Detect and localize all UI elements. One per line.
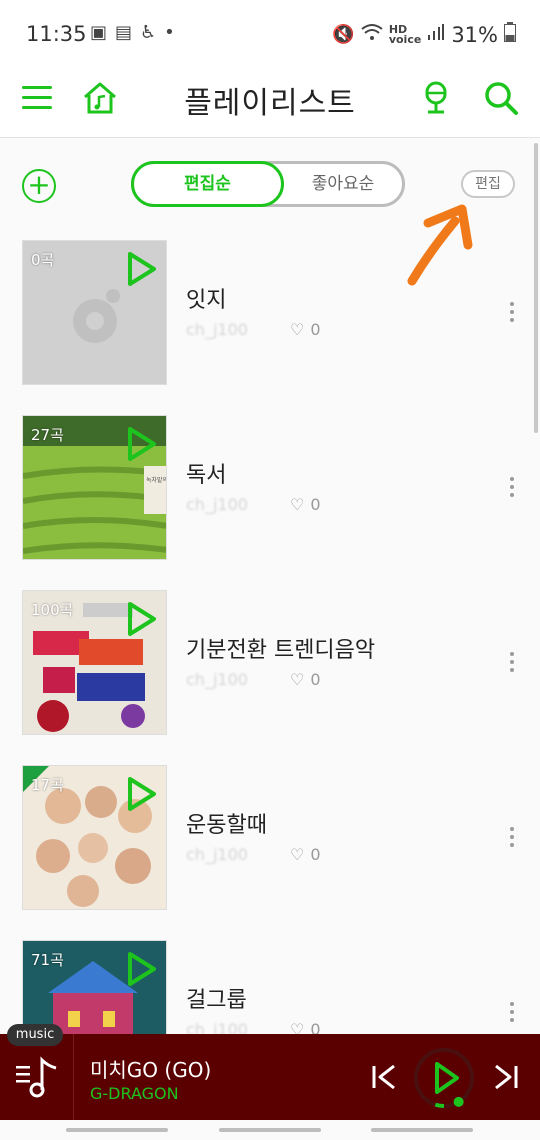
track-count: 17곡 xyxy=(31,776,64,794)
heart-icon: ♡ xyxy=(290,670,305,689)
more-options-button[interactable] xyxy=(500,302,524,328)
player-divider xyxy=(73,1034,74,1120)
playlist-cover[interactable]: 녹차밭의 풍경 27곡 xyxy=(22,415,167,560)
play-icon[interactable] xyxy=(127,251,157,287)
progress-ring xyxy=(434,1102,445,1108)
gallery-icon: ▣ xyxy=(90,22,108,43)
playlist-title[interactable]: 기분전환 트렌디음악 xyxy=(186,632,375,664)
more-options-button[interactable] xyxy=(500,477,524,503)
playlist-content[interactable]: + 편집순 좋아요순 편집 0곡 잇지 ch_j100 ♡ 0 녹차밭의 27곡… xyxy=(0,139,540,1034)
add-playlist-button[interactable]: + xyxy=(22,169,56,203)
playlist-row[interactable]: 71곡 걸그룹 ch_j100 ♡ 0 xyxy=(0,940,540,1034)
playlist-meta: ch_j100 ♡ 0 xyxy=(186,1020,321,1034)
nav-back-button[interactable] xyxy=(371,1128,473,1132)
track-count: 71곡 xyxy=(31,951,64,969)
playlist-meta: ch_j100 ♡ 0 xyxy=(186,495,321,514)
dot-icon: • xyxy=(164,22,175,43)
playlist-title[interactable]: 독서 xyxy=(186,457,226,489)
sort-edit-order-tab[interactable]: 편집순 xyxy=(131,161,284,207)
edit-button[interactable]: 편집 xyxy=(461,170,515,198)
page-title: 플레이리스트 xyxy=(184,86,356,121)
sort-toggle[interactable]: 편집순 좋아요순 xyxy=(131,161,405,207)
music-tag: music xyxy=(7,1024,63,1046)
next-track-icon[interactable] xyxy=(492,1062,520,1092)
playlist-title[interactable]: 잇지 xyxy=(186,282,226,314)
playlist-row[interactable]: 녹차밭의 풍경 27곡 독서 ch_j100 ♡ 0 xyxy=(0,415,540,590)
system-nav-bar xyxy=(0,1120,540,1140)
battery-icon xyxy=(504,22,516,47)
like-count: 0 xyxy=(310,320,321,339)
nav-recents-button[interactable] xyxy=(66,1128,168,1132)
heart-icon: ♡ xyxy=(290,495,305,514)
more-options-button[interactable] xyxy=(500,652,524,678)
mute-icon: 🔇 xyxy=(332,24,355,45)
phone-icon: ▤ xyxy=(115,22,133,43)
track-count: 0곡 xyxy=(31,251,55,269)
sort-likes-tab[interactable]: 좋아요순 xyxy=(284,164,402,204)
like-count: 0 xyxy=(310,845,321,864)
track-count: 100곡 xyxy=(31,601,74,619)
playlist-cover[interactable]: 100곡 xyxy=(22,590,167,735)
status-time: 11:35 xyxy=(26,22,87,46)
playlist-title[interactable]: 운동할때 xyxy=(186,807,267,839)
heart-icon: ♡ xyxy=(290,845,305,864)
playlist-owner: ch_j100 xyxy=(186,320,248,339)
playlist-cover[interactable]: 17곡 xyxy=(22,765,167,910)
signal-icon xyxy=(427,23,445,46)
playlist-queue-icon[interactable] xyxy=(10,1054,64,1102)
nav-home-button[interactable] xyxy=(219,1128,321,1132)
playlist-cover[interactable]: 0곡 xyxy=(22,240,167,385)
playlist-cover[interactable]: 71곡 xyxy=(22,940,167,1034)
microphone-icon[interactable] xyxy=(418,80,454,116)
heart-icon: ♡ xyxy=(290,1020,305,1034)
play-icon[interactable] xyxy=(127,426,157,462)
mini-player[interactable]: 미치GO (GO) G-DRAGON xyxy=(0,1034,540,1120)
play-icon[interactable] xyxy=(127,951,157,987)
accessibility-icon: ♿ xyxy=(140,22,157,43)
cover-label: 녹차밭의 풍경 xyxy=(146,476,167,484)
app-header: 플레이리스트 xyxy=(0,66,540,138)
play-pause-button[interactable] xyxy=(412,1046,476,1110)
like-count: 0 xyxy=(310,1020,321,1034)
playlist-row[interactable]: 100곡 기분전환 트렌디음악 ch_j100 ♡ 0 xyxy=(0,590,540,765)
play-icon[interactable] xyxy=(127,601,157,637)
playlist-owner: ch_j100 xyxy=(186,1020,248,1034)
playlist-meta: ch_j100 ♡ 0 xyxy=(186,670,321,689)
playlist-owner: ch_j100 xyxy=(186,670,248,689)
progress-knob xyxy=(453,1096,464,1107)
like-count: 0 xyxy=(310,670,321,689)
playlist-row[interactable]: 0곡 잇지 ch_j100 ♡ 0 xyxy=(0,240,540,415)
heart-icon: ♡ xyxy=(290,320,305,339)
playlist-meta: ch_j100 ♡ 0 xyxy=(186,845,321,864)
like-count: 0 xyxy=(310,495,321,514)
playlist-row[interactable]: 17곡 운동할때 ch_j100 ♡ 0 xyxy=(0,765,540,940)
plus-icon: + xyxy=(27,168,51,201)
track-count: 27곡 xyxy=(31,426,64,444)
play-icon[interactable] xyxy=(127,776,157,812)
battery-percent: 31% xyxy=(451,22,498,47)
hd-voice-icon: HD voice xyxy=(388,22,422,46)
search-icon[interactable] xyxy=(483,80,519,116)
more-options-button[interactable] xyxy=(500,1002,524,1028)
wifi-icon xyxy=(361,23,383,46)
status-bar: 11:35 ▣ ▤ ♿ • 🔇 HD voice 31% xyxy=(0,0,540,66)
now-playing-title[interactable]: 미치GO (GO) xyxy=(90,1054,211,1083)
playlist-title[interactable]: 걸그룹 xyxy=(186,982,247,1014)
more-options-button[interactable] xyxy=(500,827,524,853)
playlist-owner: ch_j100 xyxy=(186,845,248,864)
now-playing-artist[interactable]: G-DRAGON xyxy=(90,1084,179,1103)
playlist-owner: ch_j100 xyxy=(186,495,248,514)
previous-track-icon[interactable] xyxy=(370,1062,398,1092)
playlist-meta: ch_j100 ♡ 0 xyxy=(186,320,321,339)
